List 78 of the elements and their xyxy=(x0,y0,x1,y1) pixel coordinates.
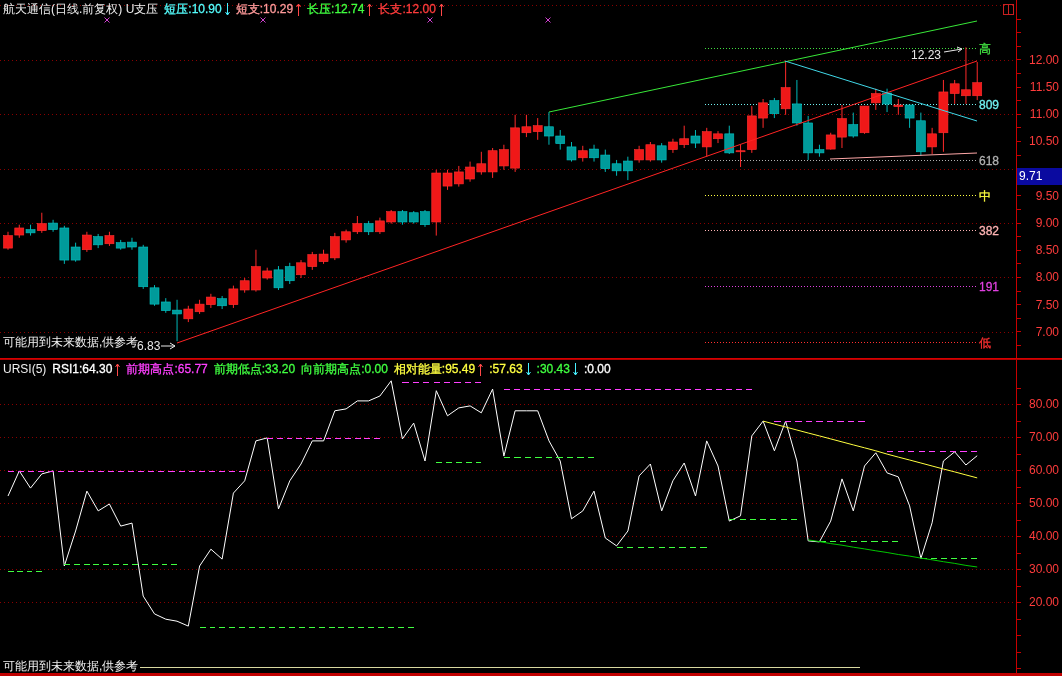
candle xyxy=(476,151,487,176)
indicator-reading: 长支:12.00 xyxy=(378,2,436,16)
candle xyxy=(206,293,216,309)
cross-mark-icon xyxy=(545,17,551,23)
candle xyxy=(645,141,656,163)
warning-note: 可能用到未来数据,供参考 xyxy=(3,335,139,349)
candle xyxy=(611,159,622,177)
pointer-arrow xyxy=(943,46,963,53)
current-price-tag: 9.71 xyxy=(1017,168,1062,185)
candle xyxy=(408,210,419,225)
axis-label: 30.00 xyxy=(1028,562,1059,576)
indicator-reading: RSI1:64.30 xyxy=(52,362,113,376)
axis-label: 7.00 xyxy=(1035,324,1059,339)
candle xyxy=(589,144,599,163)
indicator-reading: 短压:10.90 xyxy=(164,2,222,16)
candle xyxy=(859,105,870,135)
candle xyxy=(454,165,464,188)
candle xyxy=(465,161,475,183)
axis-label: 70.00 xyxy=(1028,429,1059,444)
cross-mark-icon xyxy=(427,17,433,23)
candle xyxy=(487,147,498,179)
cross-mark-icon xyxy=(104,17,110,23)
low-price-label: 6.83 xyxy=(137,339,161,353)
axis-label: 11.00 xyxy=(1029,107,1059,122)
high-price-label: 12.23 xyxy=(911,48,942,62)
chart-title: 航天通信(日线.前复权) U支压 xyxy=(3,2,159,16)
indicator-reading: :30.43 xyxy=(536,362,570,376)
axis-label: 80.00 xyxy=(1028,396,1059,411)
candle xyxy=(104,231,115,247)
candle xyxy=(600,149,611,173)
indicator-title: URSI(5) xyxy=(3,362,47,376)
candle xyxy=(296,259,306,279)
axis-label: 9.00 xyxy=(1035,216,1059,231)
candle xyxy=(194,299,205,315)
candle xyxy=(3,231,13,251)
indicator-reading: 前期高点:65.77 xyxy=(126,362,208,376)
axis-label: 7.50 xyxy=(1035,297,1059,312)
candle xyxy=(792,79,802,127)
candle xyxy=(363,220,374,236)
candle xyxy=(386,209,396,225)
candle xyxy=(566,141,577,163)
candle xyxy=(882,88,892,113)
candle xyxy=(284,262,295,285)
candle xyxy=(623,156,633,181)
candle xyxy=(14,224,25,239)
indicator-reading: :0.00 xyxy=(583,362,611,376)
candle xyxy=(871,88,881,111)
axis-label: 8.00 xyxy=(1035,270,1059,285)
candle xyxy=(93,233,103,249)
axis-label: 60.00 xyxy=(1028,462,1059,477)
candle xyxy=(375,217,385,235)
candle xyxy=(307,251,318,271)
candle xyxy=(115,239,126,251)
split-view-icon[interactable] xyxy=(1003,3,1014,15)
candle xyxy=(893,98,904,116)
pointer-arrow xyxy=(160,342,176,350)
warning-note: 可能用到未来数据,供参考 xyxy=(3,659,139,673)
candle xyxy=(634,145,644,164)
candle xyxy=(397,209,408,226)
candle xyxy=(82,231,92,253)
axis-label: 12.00 xyxy=(1028,52,1059,67)
candle xyxy=(656,142,667,164)
axis-label: 10.50 xyxy=(1028,134,1059,149)
axis-label: 40.00 xyxy=(1028,528,1059,543)
indicator-reading: 短支:10.29 xyxy=(235,2,294,16)
candle xyxy=(577,145,588,163)
indicator-reading: 长压:12.74 xyxy=(307,2,365,16)
indicator-reading: :57.63 xyxy=(489,362,523,376)
indicator-reading: 前期低点:33.20 xyxy=(213,362,296,376)
candle xyxy=(352,215,363,235)
axis-label: 9.50 xyxy=(1035,188,1059,203)
axis-label: 11.50 xyxy=(1029,80,1059,95)
indicator-reading: 相对能量:95.49 xyxy=(393,362,476,376)
axis-label: 8.50 xyxy=(1035,243,1059,258)
axis-label: 20.00 xyxy=(1028,595,1059,609)
axis-label: 50.00 xyxy=(1028,495,1059,510)
cross-mark-icon xyxy=(260,17,266,23)
indicator-reading: 向前期高点:0.00 xyxy=(301,362,388,376)
